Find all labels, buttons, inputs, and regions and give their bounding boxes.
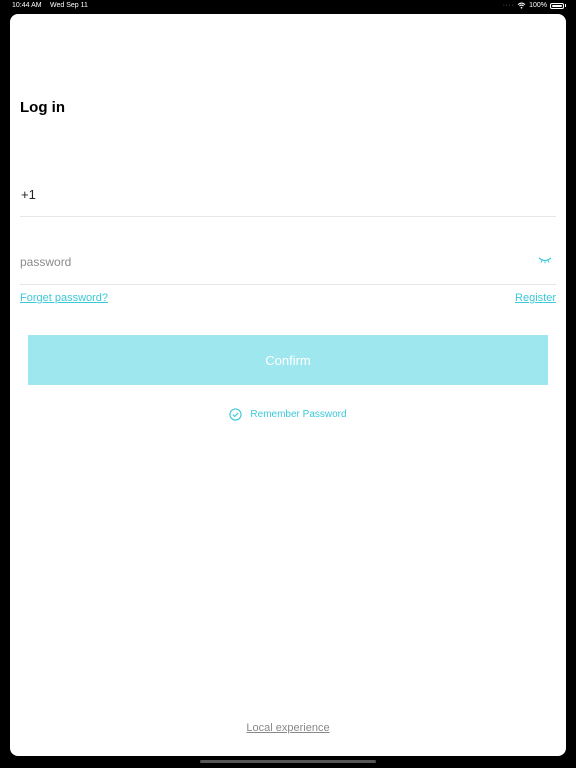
remember-password-toggle[interactable]: Remember Password xyxy=(10,406,566,422)
login-sheet: Log in +1 Forget password? Register Conf… xyxy=(10,14,566,756)
battery-icon xyxy=(550,2,564,9)
status-date: Wed Sep 11 xyxy=(50,2,88,9)
confirm-button[interactable]: Confirm xyxy=(28,335,548,385)
eye-closed-icon[interactable] xyxy=(538,256,552,264)
password-input[interactable] xyxy=(20,252,520,272)
wifi-icon xyxy=(517,2,526,9)
status-time: 10:44 AM xyxy=(12,2,42,9)
remember-password-label: Remember Password xyxy=(250,408,347,420)
home-indicator[interactable] xyxy=(200,760,376,763)
local-experience-link[interactable]: Local experience xyxy=(10,722,566,734)
status-bar: 10:44 AM Wed Sep 11 ···· 100% xyxy=(0,0,576,12)
signal-dots-icon: ···· xyxy=(502,2,515,9)
check-circle-icon[interactable] xyxy=(229,407,243,421)
links-row: Forget password? Register xyxy=(20,292,556,308)
country-code[interactable]: +1 xyxy=(21,187,36,202)
battery-percent: 100% xyxy=(529,2,547,9)
page-title: Log in xyxy=(20,99,65,116)
battery-nub xyxy=(565,4,566,7)
phone-field[interactable]: +1 xyxy=(20,184,556,217)
password-field-row xyxy=(20,252,556,285)
register-link[interactable]: Register xyxy=(515,292,556,304)
forget-password-link[interactable]: Forget password? xyxy=(20,292,108,304)
status-right: ···· 100% xyxy=(503,2,566,9)
